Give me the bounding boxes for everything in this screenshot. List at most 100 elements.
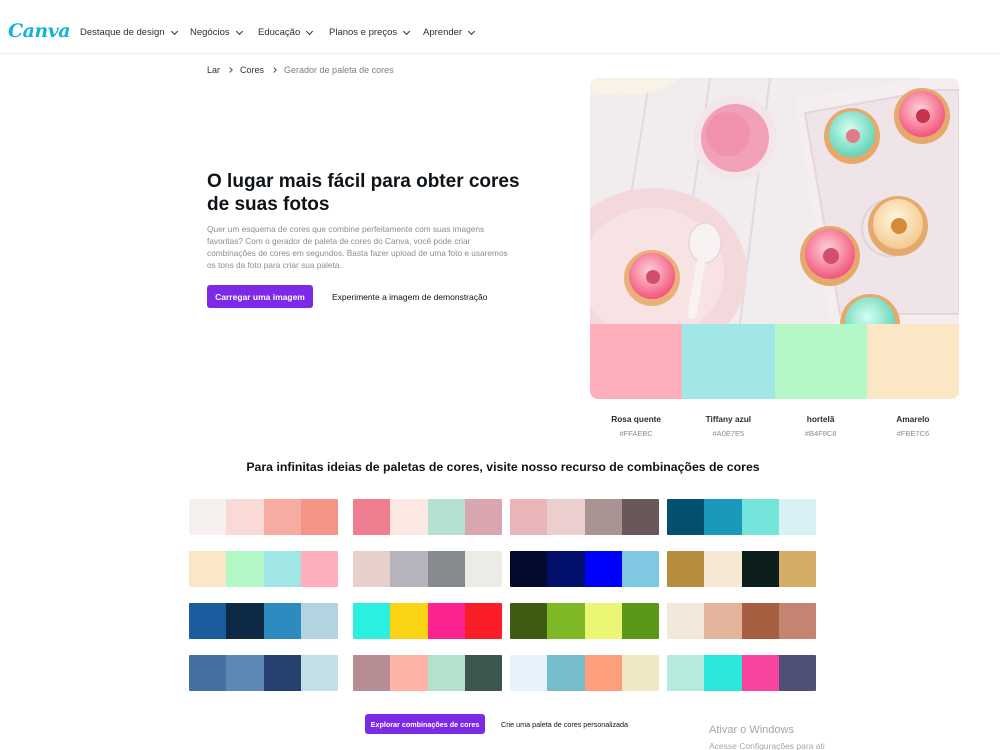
palette-card[interactable] bbox=[667, 551, 816, 587]
top-navigation: Canva Destaque de design Negócios Educaç… bbox=[0, 0, 1000, 54]
swatch-rosa-quente[interactable] bbox=[590, 324, 683, 399]
palette-color-swatch bbox=[547, 603, 585, 639]
palette-color-swatch bbox=[300, 499, 338, 535]
palette-color-swatch bbox=[263, 551, 301, 587]
palette-color-swatch bbox=[263, 655, 301, 691]
palette-color-swatch bbox=[427, 603, 465, 639]
palette-color-swatch bbox=[390, 655, 428, 691]
palette-color-swatch bbox=[353, 603, 391, 639]
palette-color-swatch bbox=[510, 551, 548, 587]
palette-card[interactable] bbox=[353, 551, 502, 587]
palette-card[interactable] bbox=[510, 499, 659, 535]
palette-color-swatch bbox=[778, 655, 816, 691]
upload-image-button[interactable]: Carregar uma imagem bbox=[207, 285, 313, 308]
color-name: Tiffany azul bbox=[705, 414, 752, 424]
swatch-label: Amarelo #FBE7C6 bbox=[867, 414, 959, 438]
palette-color-swatch bbox=[189, 499, 227, 535]
color-name: Amarelo bbox=[896, 414, 930, 424]
palette-card[interactable] bbox=[189, 603, 338, 639]
palette-color-swatch bbox=[704, 603, 742, 639]
chevron-down-icon bbox=[170, 27, 178, 35]
nav-item-label: Educação bbox=[258, 27, 301, 38]
palette-card[interactable] bbox=[510, 551, 659, 587]
palette-color-swatch bbox=[741, 551, 779, 587]
canva-logo[interactable]: Canva bbox=[8, 20, 71, 42]
explore-combinations-button[interactable]: Explorar combinações de cores bbox=[365, 714, 485, 734]
nav-item-educacao[interactable]: Educação bbox=[258, 27, 314, 38]
chevron-down-icon bbox=[306, 27, 314, 35]
palette-color-swatch bbox=[621, 603, 659, 639]
swatch-amarelo[interactable] bbox=[866, 324, 959, 399]
breadcrumb-home-link[interactable]: Lar bbox=[207, 65, 220, 75]
extracted-palette-labels: Rosa quente #FFAEBC Tiffany azul #A0E7E5… bbox=[590, 414, 959, 438]
palette-color-swatch bbox=[263, 603, 301, 639]
palette-card[interactable] bbox=[353, 499, 502, 535]
palette-color-swatch bbox=[621, 551, 659, 587]
nav-item-aprender[interactable]: Aprender bbox=[423, 27, 476, 38]
palette-color-swatch bbox=[226, 655, 264, 691]
palette-card[interactable] bbox=[189, 655, 338, 691]
palette-color-swatch bbox=[300, 551, 338, 587]
palette-color-swatch bbox=[741, 603, 779, 639]
palette-color-swatch bbox=[584, 603, 622, 639]
palette-color-swatch bbox=[390, 603, 428, 639]
palette-color-swatch bbox=[741, 655, 779, 691]
color-hex[interactable]: #FBE7C6 bbox=[867, 429, 959, 438]
palette-color-swatch bbox=[584, 655, 622, 691]
extracted-palette-swatches bbox=[590, 324, 959, 399]
swatch-hortela[interactable] bbox=[774, 324, 867, 399]
breadcrumb-current: Gerador de paleta de cores bbox=[284, 65, 394, 75]
swatch-label: hortelã #B4F8C8 bbox=[775, 414, 867, 438]
breadcrumb: Lar Cores Gerador de paleta de cores bbox=[207, 65, 394, 75]
palette-card[interactable] bbox=[510, 655, 659, 691]
palette-color-swatch bbox=[510, 655, 548, 691]
swatch-tiffany-azul[interactable] bbox=[682, 324, 775, 399]
swatch-label: Rosa quente #FFAEBC bbox=[590, 414, 682, 438]
nav-item-label: Planos e preços bbox=[329, 27, 398, 38]
palette-card[interactable] bbox=[667, 499, 816, 535]
palette-color-swatch bbox=[778, 499, 816, 535]
nav-item-label: Negócios bbox=[190, 27, 230, 38]
palette-color-swatch bbox=[300, 655, 338, 691]
color-hex[interactable]: #A0E7E5 bbox=[682, 429, 774, 438]
windows-activation-title: Ativar o Windows bbox=[709, 724, 794, 736]
palette-card[interactable] bbox=[189, 551, 338, 587]
breadcrumb-colors-link[interactable]: Cores bbox=[240, 65, 264, 75]
nav-item-label: Aprender bbox=[423, 27, 463, 38]
palette-color-swatch bbox=[226, 603, 264, 639]
palette-color-swatch bbox=[704, 655, 742, 691]
page-title: O lugar mais fácil para obter cores de s… bbox=[207, 171, 520, 215]
nav-item-destaque[interactable]: Destaque de design bbox=[80, 27, 178, 38]
palette-card[interactable] bbox=[510, 603, 659, 639]
palette-card[interactable] bbox=[353, 655, 502, 691]
palette-color-swatch bbox=[667, 603, 705, 639]
palette-color-swatch bbox=[226, 499, 264, 535]
palette-color-swatch bbox=[547, 655, 585, 691]
create-palette-link[interactable]: Crie uma paleta de cores personalizada bbox=[501, 720, 628, 729]
palette-color-swatch bbox=[189, 655, 227, 691]
palette-color-swatch bbox=[584, 551, 622, 587]
nav-item-planos[interactable]: Planos e preços bbox=[329, 27, 411, 38]
palette-color-swatch bbox=[547, 499, 585, 535]
color-hex[interactable]: #FFAEBC bbox=[590, 429, 682, 438]
chevron-down-icon bbox=[235, 27, 243, 35]
palette-color-swatch bbox=[189, 603, 227, 639]
palette-card[interactable] bbox=[667, 655, 816, 691]
palette-color-swatch bbox=[353, 551, 391, 587]
palette-color-swatch bbox=[510, 603, 548, 639]
palette-color-swatch bbox=[741, 499, 779, 535]
color-name: hortelã bbox=[806, 414, 835, 424]
palette-color-swatch bbox=[464, 499, 502, 535]
hero-description: Quer um esquema de cores que combine per… bbox=[207, 224, 508, 270]
palette-card[interactable] bbox=[189, 499, 338, 535]
palette-color-swatch bbox=[300, 603, 338, 639]
palette-card[interactable] bbox=[667, 603, 816, 639]
color-hex[interactable]: #B4F8C8 bbox=[775, 429, 867, 438]
chevron-right-icon bbox=[227, 67, 233, 73]
palette-color-swatch bbox=[667, 551, 705, 587]
palette-color-swatch bbox=[390, 551, 428, 587]
palette-card[interactable] bbox=[353, 603, 502, 639]
nav-item-negocios[interactable]: Negócios bbox=[190, 27, 243, 38]
palette-color-swatch bbox=[778, 603, 816, 639]
demo-image-link[interactable]: Experimente a imagem de demonstração bbox=[332, 292, 487, 302]
